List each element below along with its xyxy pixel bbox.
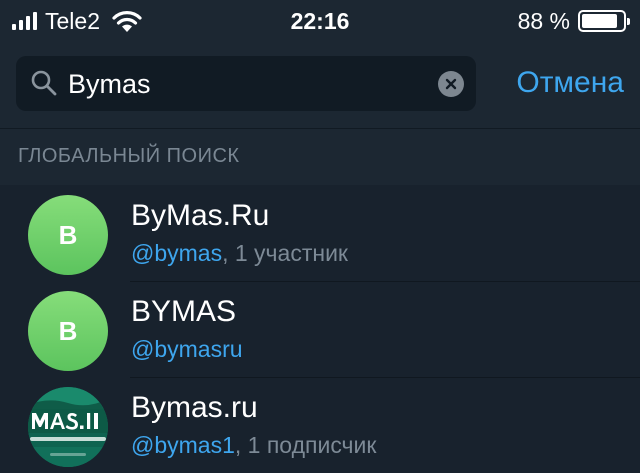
result-subtitle: @bymasru	[131, 336, 243, 363]
result-handle[interactable]: @bymas	[131, 240, 222, 266]
battery-icon	[578, 10, 630, 32]
result-row[interactable]: B ByMas.Ru @bymas, 1 участник	[0, 185, 640, 281]
section-title: ГЛОБАЛЬНЫЙ ПОИСК	[18, 145, 240, 167]
clear-search-button[interactable]	[438, 71, 464, 97]
channel-logo-image	[28, 387, 108, 467]
result-row[interactable]: B BYMAS @bymasru	[0, 281, 640, 377]
result-handle[interactable]: @bymasru	[131, 336, 243, 362]
search-input[interactable]	[68, 64, 428, 104]
search-field[interactable]	[16, 56, 476, 111]
result-title: Bymas.ru	[131, 391, 258, 424]
status-bar: Tele2 22:16 88 %	[0, 0, 640, 42]
search-results-list: B ByMas.Ru @bymas, 1 участник B BYMAS @b…	[0, 185, 640, 473]
avatar-photo	[28, 387, 108, 467]
avatar: B	[28, 291, 108, 371]
result-handle[interactable]: @bymas1	[131, 432, 235, 458]
battery-percent: 88 %	[517, 7, 570, 34]
result-title: BYMAS	[131, 295, 237, 328]
result-subtitle: @bymas1, 1 подписчик	[131, 432, 376, 459]
result-meta: , 1 участник	[222, 240, 348, 266]
result-meta: , 1 подписчик	[234, 432, 377, 458]
cancel-button[interactable]: Отмена	[516, 66, 624, 100]
result-subtitle: @bymas, 1 участник	[131, 240, 348, 267]
status-right: 88 %	[517, 7, 630, 34]
result-row[interactable]: Bymas.ru @bymas1, 1 подписчик	[0, 377, 640, 473]
battery-fill	[582, 14, 618, 28]
avatar: B	[28, 195, 108, 275]
search-icon	[31, 70, 57, 96]
search-bar: Отмена	[0, 42, 640, 129]
close-icon	[445, 78, 457, 90]
section-header-global-search: ГЛОБАЛЬНЫЙ ПОИСК	[0, 129, 640, 185]
result-title: ByMas.Ru	[131, 199, 270, 232]
